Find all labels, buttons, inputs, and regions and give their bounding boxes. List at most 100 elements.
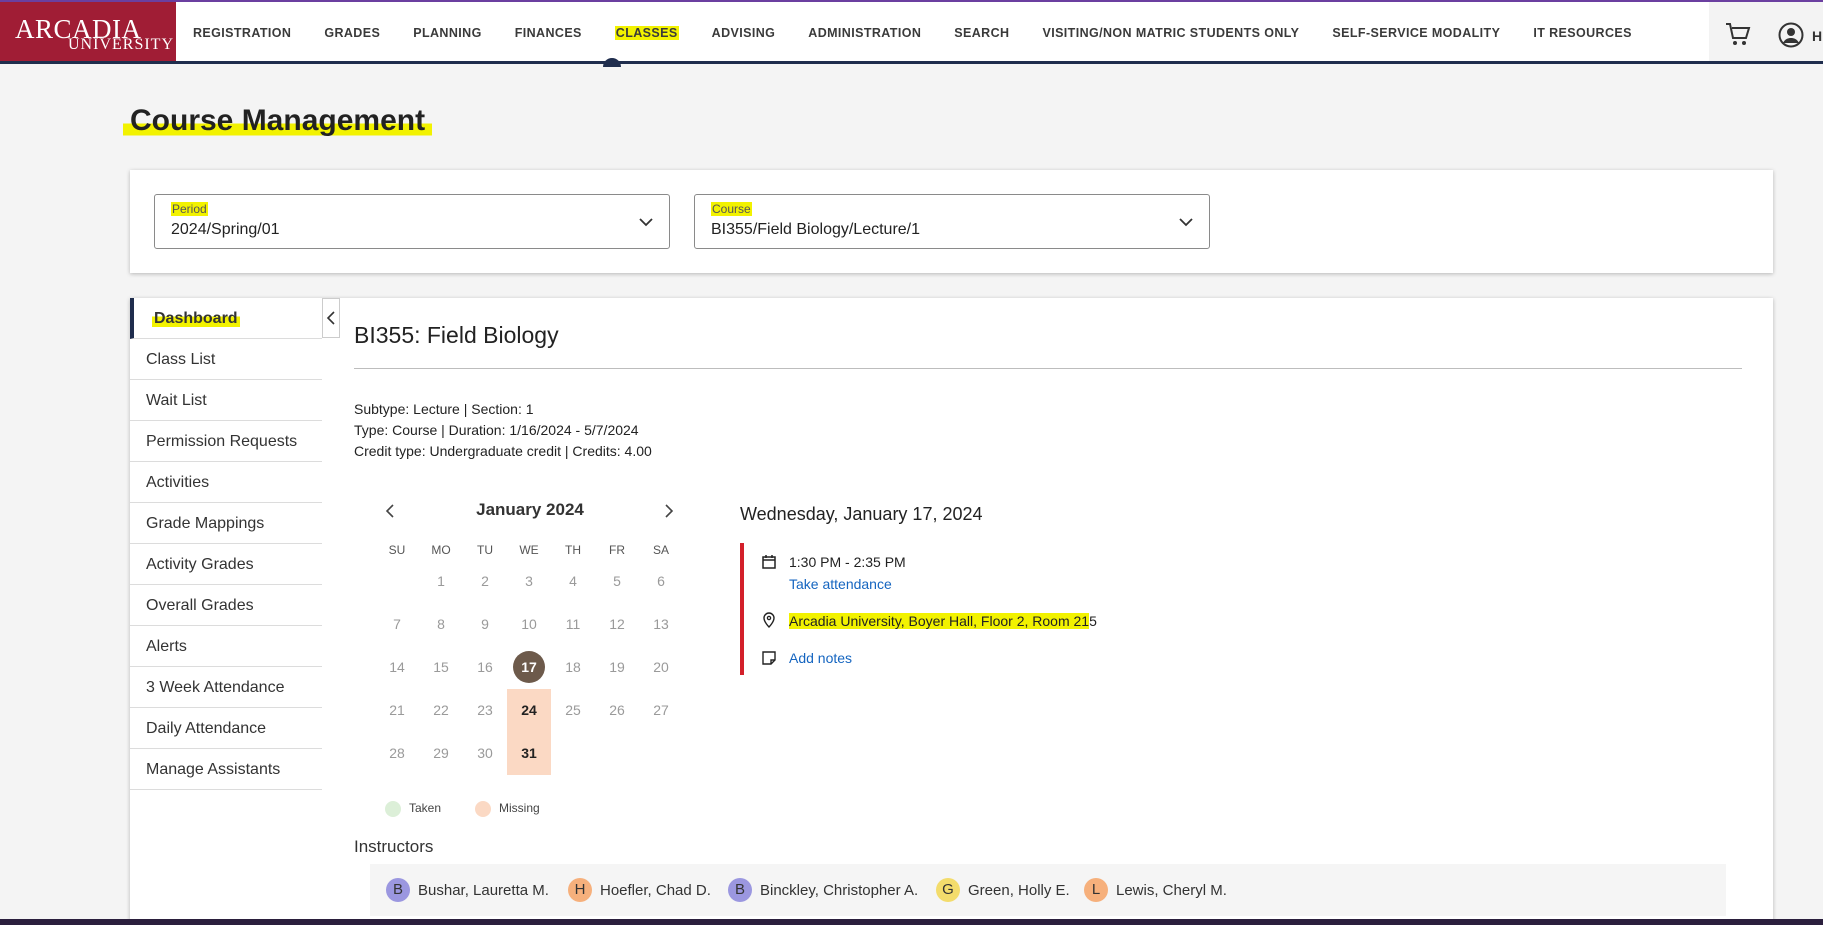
calendar-day[interactable]: 11	[551, 603, 595, 646]
map-pin-icon	[763, 612, 775, 628]
sidebar-item-3-week-attendance[interactable]: 3 Week Attendance	[130, 667, 322, 708]
avatar: G	[936, 878, 960, 902]
sidebar-item-class-list[interactable]: Class List	[130, 339, 322, 380]
calendar-day[interactable]: 10	[507, 603, 551, 646]
instructor-item[interactable]: L Lewis, Cheryl M.	[1084, 878, 1227, 902]
calendar-day[interactable]: 17	[507, 646, 551, 689]
calendar-day[interactable]: 23	[463, 689, 507, 732]
nav-advising[interactable]: ADVISING	[712, 26, 776, 40]
course-title: BI355: Field Biology	[354, 322, 559, 348]
calendar-day[interactable]: 7	[375, 603, 419, 646]
add-notes-link[interactable]: Add notes	[789, 650, 852, 666]
calendar-day[interactable]: 13	[639, 603, 683, 646]
main-nav: REGISTRATION GRADES PLANNING FINANCES CL…	[193, 26, 1665, 40]
sidebar-item-dashboard[interactable]: Dashboard	[130, 298, 322, 339]
calendar-day[interactable]: 18	[551, 646, 595, 689]
nav-visiting[interactable]: VISITING/NON MATRIC STUDENTS ONLY	[1042, 26, 1299, 40]
calendar-day[interactable]: 6	[639, 560, 683, 603]
collapse-sidebar-button[interactable]	[322, 298, 340, 338]
calendar-weekday-label: SA	[652, 543, 669, 557]
chevron-left-icon[interactable]	[383, 503, 397, 519]
instructor-name: Bushar, Lauretta M.	[418, 881, 549, 899]
course-select[interactable]: Course BI355/Field Biology/Lecture/1	[694, 194, 1210, 249]
nav-administration[interactable]: ADMINISTRATION	[808, 26, 921, 40]
calendar-day[interactable]: 4	[551, 560, 595, 603]
course-label: Course	[711, 202, 752, 216]
sidebar-item-grade-mappings[interactable]: Grade Mappings	[130, 503, 322, 544]
session-location-highlighted: Arcadia University, Boyer Hall, Floor 2,…	[789, 613, 1090, 629]
calendar-weekday-label: FR	[609, 543, 625, 557]
period-label: Period	[171, 202, 208, 216]
instructor-item[interactable]: G Green, Holly E.	[936, 878, 1070, 902]
calendar-day[interactable]: 8	[419, 603, 463, 646]
arcadia-logo[interactable]: ARCADIA UNIVERSITY	[0, 2, 176, 61]
calendar-day[interactable]: 14	[375, 646, 419, 689]
period-select[interactable]: Period 2024/Spring/01	[154, 194, 670, 249]
calendar-day[interactable]: 26	[595, 689, 639, 732]
calendar-day[interactable]: 24	[507, 689, 551, 732]
calendar-day[interactable]: 25	[551, 689, 595, 732]
calendar-day[interactable]: 27	[639, 689, 683, 732]
cart-icon[interactable]	[1724, 20, 1752, 48]
course-meta-type: Type: Course | Duration: 1/16/2024 - 5/7…	[354, 422, 639, 438]
nav-planning[interactable]: PLANNING	[413, 26, 481, 40]
chevron-right-icon[interactable]	[662, 503, 676, 519]
nav-it-resources[interactable]: IT RESOURCES	[1533, 26, 1632, 40]
calendar-day[interactable]: 15	[419, 646, 463, 689]
calendar-day[interactable]: 1	[419, 560, 463, 603]
calendar-day[interactable]: 28	[375, 732, 419, 775]
logo-text-secondary: UNIVERSITY	[68, 36, 174, 53]
sidebar-item-activity-grades[interactable]: Activity Grades	[130, 544, 322, 585]
take-attendance-link[interactable]: Take attendance	[789, 576, 892, 592]
calendar-day[interactable]: 21	[375, 689, 419, 732]
calendar-day[interactable]: 22	[419, 689, 463, 732]
instructor-item[interactable]: B Bushar, Lauretta M.	[386, 878, 549, 902]
calendar-day[interactable]: 20	[639, 646, 683, 689]
chevron-down-icon	[639, 218, 653, 227]
calendar-day[interactable]: 31	[507, 732, 551, 775]
session-accent-bar	[740, 543, 744, 675]
top-navbar: ARCADIA UNIVERSITY REGISTRATION GRADES P…	[0, 0, 1823, 67]
calendar-day[interactable]: 9	[463, 603, 507, 646]
calendar-day[interactable]: 30	[463, 732, 507, 775]
avatar: B	[728, 878, 752, 902]
avatar: B	[386, 878, 410, 902]
nav-self-service[interactable]: SELF-SERVICE MODALITY	[1332, 26, 1500, 40]
course-meta-credit: Credit type: Undergraduate credit | Cred…	[354, 443, 652, 459]
session-location-rest: 5	[1089, 613, 1097, 629]
nav-finances[interactable]: FINANCES	[515, 26, 582, 40]
avatar: H	[568, 878, 592, 902]
sidebar-item-wait-list[interactable]: Wait List	[130, 380, 322, 421]
calendar-day[interactable]: 29	[419, 732, 463, 775]
instructor-item[interactable]: B Binckley, Christopher A.	[728, 878, 918, 902]
sidebar-item-label: Dashboard	[152, 310, 240, 327]
selected-date: Wednesday, January 17, 2024	[740, 504, 983, 524]
sidebar-item-overall-grades[interactable]: Overall Grades	[130, 585, 322, 626]
user-circle-icon[interactable]	[1778, 22, 1804, 48]
calendar-month-title: January 2024	[476, 500, 584, 519]
calendar-day[interactable]: 5	[595, 560, 639, 603]
filter-card: Period 2024/Spring/01 Course BI355/Field…	[130, 170, 1773, 273]
nav-grades[interactable]: GRADES	[324, 26, 380, 40]
calendar-day[interactable]: 12	[595, 603, 639, 646]
instructors-list: B Bushar, Lauretta M. H Hoefler, Chad D.…	[370, 864, 1726, 916]
nav-search[interactable]: SEARCH	[954, 26, 1009, 40]
instructors-heading: Instructors	[354, 837, 434, 856]
instructor-name: Lewis, Cheryl M.	[1116, 881, 1227, 899]
nav-registration[interactable]: REGISTRATION	[193, 26, 291, 40]
sidebar-item-alerts[interactable]: Alerts	[130, 626, 322, 667]
sidebar-item-permission-requests[interactable]: Permission Requests	[130, 421, 322, 462]
period-value: 2024/Spring/01	[171, 221, 280, 238]
calendar-day[interactable]: 19	[595, 646, 639, 689]
sidebar-item-daily-attendance[interactable]: Daily Attendance	[130, 708, 322, 749]
calendar-day[interactable]: 3	[507, 560, 551, 603]
page-title: Course Management	[123, 104, 433, 138]
sidebar-item-manage-assistants[interactable]: Manage Assistants	[130, 749, 322, 790]
sidebar-item-activities[interactable]: Activities	[130, 462, 322, 503]
user-initial[interactable]: H	[1812, 28, 1822, 44]
calendar-day[interactable]: 2	[463, 560, 507, 603]
nav-classes[interactable]: CLASSES	[614, 26, 679, 40]
instructor-item[interactable]: H Hoefler, Chad D.	[568, 878, 711, 902]
calendar-day[interactable]: 16	[463, 646, 507, 689]
course-sidebar: Dashboard Class List Wait List Permissio…	[130, 298, 322, 790]
